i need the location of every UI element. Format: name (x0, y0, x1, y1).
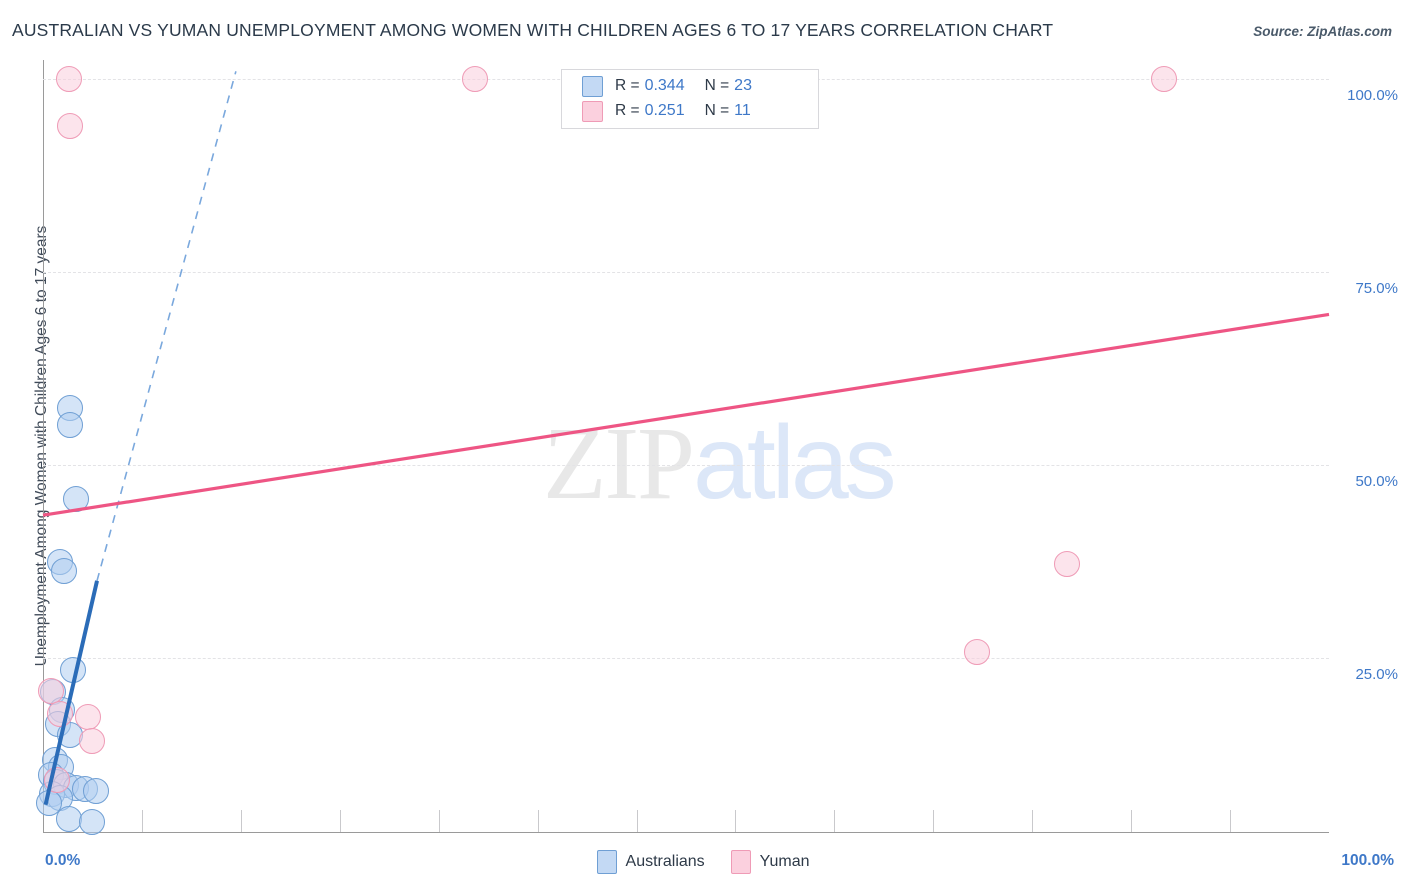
x-axis-tick (538, 810, 539, 832)
x-axis-tick (1230, 810, 1231, 832)
y-tick-label-50: 50.0% (1355, 473, 1398, 490)
data-point-australians[interactable] (57, 411, 83, 438)
stats-n-value-yuman: 11 (734, 102, 751, 119)
data-point-yuman[interactable] (963, 638, 990, 665)
stats-r-key-australians: R = (615, 77, 640, 94)
stats-swatch-yuman (582, 100, 603, 122)
y-tick-label-100: 100.0% (1347, 87, 1398, 104)
data-point-yuman[interactable] (1053, 550, 1080, 577)
x-axis-tick (834, 810, 835, 832)
data-point-australians[interactable] (82, 777, 109, 804)
data-point-yuman[interactable] (75, 704, 101, 731)
data-point-australians[interactable] (78, 808, 105, 835)
legend-swatch-yuman (730, 850, 751, 874)
gridline-25 (43, 658, 1329, 659)
x-axis-tick (439, 810, 440, 832)
page-title: AUSTRALIAN VS YUMAN UNEMPLOYMENT AMONG W… (12, 20, 1054, 40)
data-point-yuman[interactable] (57, 113, 83, 140)
watermark-atlas: atlas (693, 405, 897, 521)
plot-area: ZIPatlas (36, 60, 1329, 835)
x-axis-tick (142, 810, 143, 832)
legend-label-australians: Australians (625, 853, 705, 870)
data-point-yuman[interactable] (46, 700, 73, 727)
legend-label-yuman: Yuman (759, 853, 810, 870)
source-attribution: Source: ZipAtlas.com (1253, 24, 1392, 39)
stats-n-value-australians: 23 (734, 77, 752, 94)
x-axis-tick (1131, 810, 1132, 832)
x-axis-tick (340, 810, 341, 832)
legend-item-yuman[interactable]: Yuman (730, 850, 810, 874)
legend-item-australians[interactable]: Australians (596, 850, 705, 874)
watermark-zip: ZIP (543, 406, 695, 521)
data-point-yuman[interactable] (462, 66, 489, 92)
stats-r-value-yuman: 0.251 (644, 102, 685, 119)
x-axis-tick (637, 810, 638, 832)
stats-row-australians: R = 0.344 N = 23 (582, 73, 752, 99)
zipatlas-watermark: ZIPatlas (543, 404, 897, 523)
series-legend: Australians Yuman (0, 850, 1406, 874)
data-point-australians[interactable] (59, 656, 86, 683)
x-axis-tick (933, 810, 934, 832)
data-point-australians[interactable] (55, 805, 82, 832)
data-point-yuman[interactable] (44, 766, 71, 793)
stats-swatch-australians (582, 75, 603, 97)
stats-row-yuman: R = 0.251 N = 11 (582, 98, 751, 124)
gridline-50 (43, 465, 1329, 466)
data-point-yuman[interactable] (55, 66, 82, 92)
x-axis-tick (1032, 810, 1033, 832)
stats-n-key-australians: N = (704, 77, 730, 94)
correlation-stats-box: R = 0.344 N = 23 R = 0.251 N = 11 (561, 69, 819, 129)
gridline-75 (43, 272, 1329, 273)
stats-n-key-yuman: N = (704, 102, 730, 119)
x-axis-tick (241, 810, 242, 832)
legend-swatch-australians (596, 850, 617, 874)
data-point-yuman[interactable] (78, 728, 105, 755)
y-tick-label-25: 25.0% (1355, 666, 1398, 683)
x-axis-tick (735, 810, 736, 832)
data-point-australians[interactable] (63, 485, 90, 512)
stats-r-value-australians: 0.344 (644, 77, 685, 94)
data-point-yuman[interactable] (1151, 66, 1178, 92)
stats-r-key-yuman: R = (615, 102, 640, 119)
y-tick-label-75: 75.0% (1355, 280, 1398, 297)
correlation-chart: AUSTRALIAN VS YUMAN UNEMPLOYMENT AMONG W… (0, 0, 1406, 892)
x-axis-line (43, 832, 1329, 833)
data-point-australians[interactable] (50, 557, 77, 584)
